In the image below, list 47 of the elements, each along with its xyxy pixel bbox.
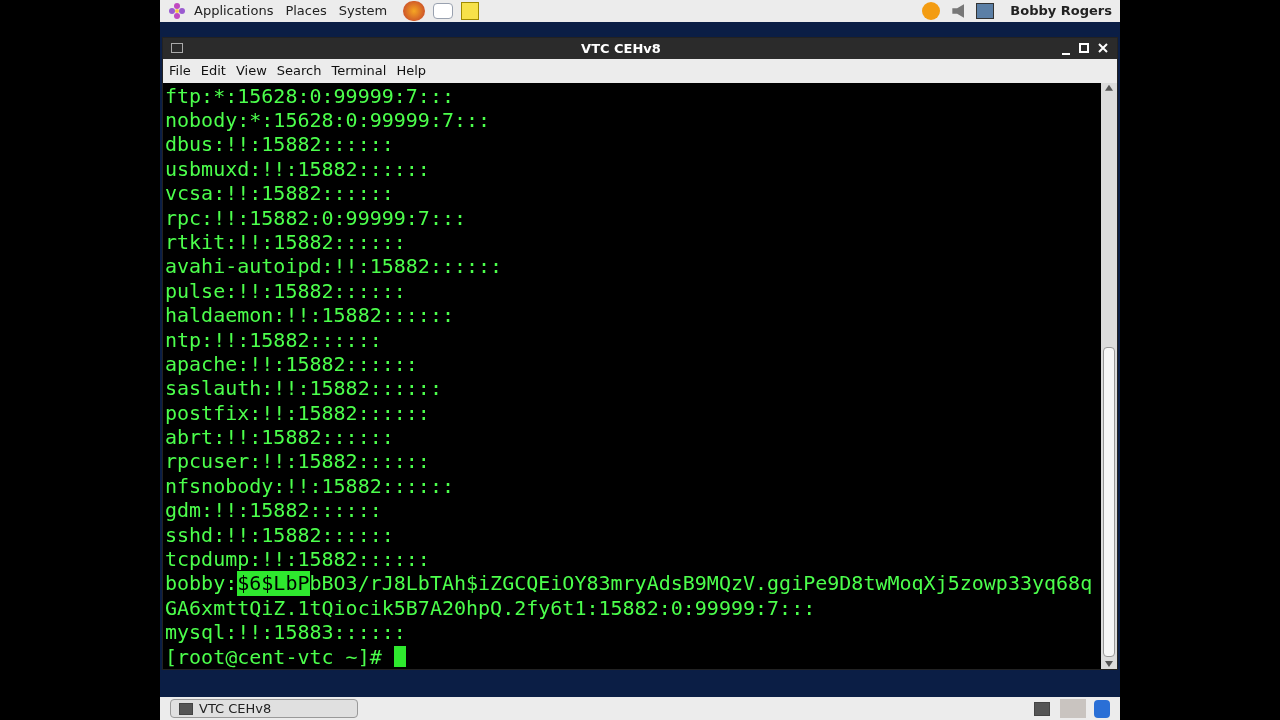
menu-item[interactable]: Terminal — [327, 60, 391, 81]
panel-menu[interactable]: Places — [281, 1, 331, 21]
terminal-line: saslauth:!!:15882:::::: — [165, 376, 442, 401]
terminal-line: ftp:*:15628:0:99999:7::: — [165, 83, 454, 108]
terminal-line: dbus:!!:15882:::::: — [165, 132, 394, 157]
terminal-line: tcpdump:!!:15882:::::: — [165, 547, 430, 572]
maximize-button[interactable] — [1079, 43, 1089, 54]
terminal-line: pulse:!!:15882:::::: — [165, 278, 406, 304]
speaker-icon[interactable] — [952, 4, 965, 18]
scrollbar[interactable] — [1101, 82, 1117, 669]
terminal-line: abrt:!!:15882:::::: — [165, 425, 394, 450]
terminal-line: gdm:!!:15882:::::: — [165, 498, 382, 523]
taskbar-button[interactable]: VTC CEHv8 — [170, 699, 358, 718]
terminal-line: nobody:*:15628:0:99999:7::: — [165, 108, 491, 133]
scroll-up-icon[interactable] — [1105, 84, 1113, 91]
user-name[interactable]: Bobby Rogers — [1010, 1, 1112, 21]
menu-item[interactable]: File — [165, 60, 195, 81]
terminal-line: nfsnobody:!!:15882:::::: — [165, 473, 454, 499]
menu-item[interactable]: Edit — [196, 60, 230, 81]
terminal-line: avahi-autoipd:!!:15882:::::: — [165, 254, 503, 279]
selected-text: $6$LbP — [237, 571, 310, 596]
terminal-line: rpc:!!:15882:0:99999:7::: — [165, 205, 467, 230]
terminal-text: bobby: — [165, 571, 238, 596]
terminal-text: bBO3/rJ8LbTAh$iZGCQEiOY83mryAdsB9MQzV.ggiPe9D8twMoqXj5zowp33yq68q — [309, 571, 1093, 596]
terminal-line: rtkit:!!:15882:::::: — [165, 229, 406, 255]
terminal-line: apache:!!:15882:::::: — [165, 351, 418, 377]
flower-logo-icon — [168, 2, 186, 20]
terminal-line: rpcuser:!!:15882:::::: — [165, 449, 430, 474]
terminal-line: usbmuxd:!!:15882:::::: — [165, 156, 430, 182]
panel-menu[interactable]: System — [334, 1, 392, 21]
terminal-line: sshd:!!:15882:::::: — [165, 522, 394, 548]
shell-prompt: [root@cent-vtc ~]# — [165, 644, 383, 669]
terminal-line: mysql:!!:15883:::::: — [165, 620, 406, 645]
menu-item[interactable]: Help — [392, 60, 431, 81]
panel-menu[interactable]: Applications — [190, 1, 278, 21]
text-cursor — [393, 646, 406, 668]
terminal-line: GA6xmttQiZ.1tQiocik5B7A20hpQ.2fy6t1:15882:0:99999:7::: — [165, 595, 816, 621]
scroll-down-icon[interactable] — [1105, 661, 1113, 667]
scroll-thumb[interactable] — [1103, 347, 1115, 657]
terminal-line: postfix:!!:15882:::::: — [165, 400, 430, 426]
terminal-line: vcsa:!!:15882:::::: — [165, 181, 394, 206]
menu-item[interactable]: View — [231, 60, 271, 81]
close-button[interactable] — [1097, 42, 1109, 55]
menu-item[interactable]: Search — [272, 60, 326, 81]
window-title: VTC CEHv8 — [580, 39, 662, 58]
terminal-line: haldaemon:!!:15882:::::: — [165, 303, 454, 328]
terminal-line: ntp:!!:15882:::::: — [165, 327, 382, 352]
